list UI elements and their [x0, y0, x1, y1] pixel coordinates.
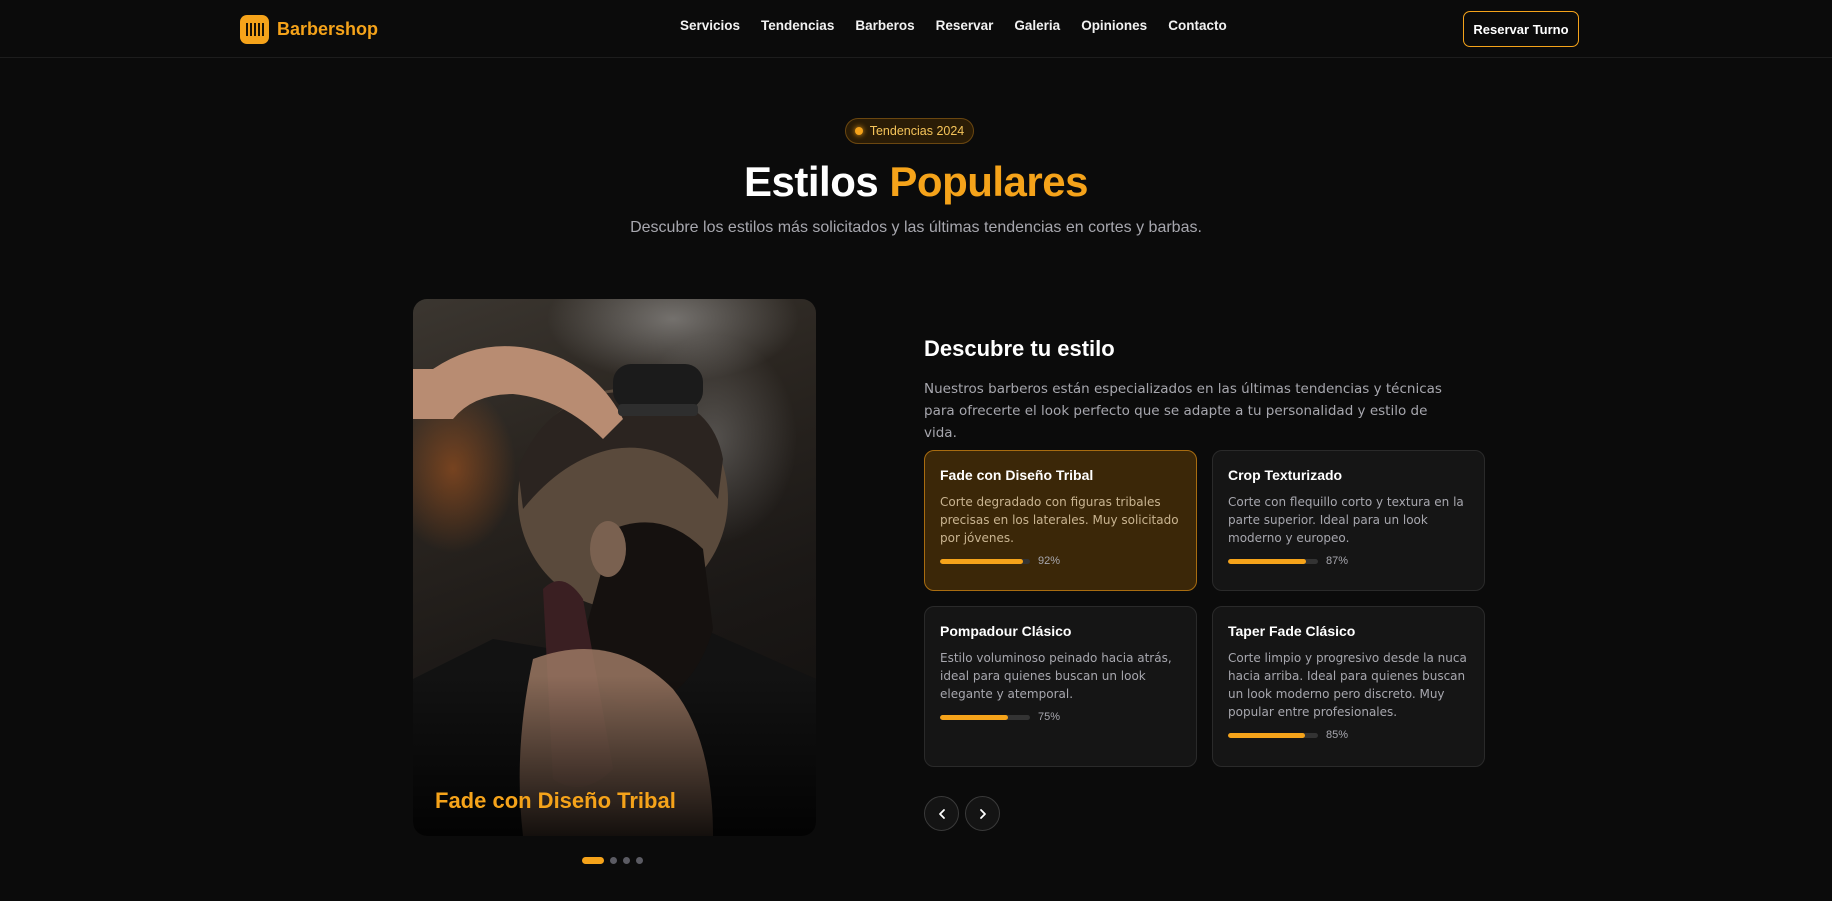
- trends-badge: Tendencias 2024: [845, 118, 974, 144]
- section-description: Nuestros barberos están especializados e…: [924, 381, 1442, 441]
- main-menu: Servicios Tendencias Barberos Reservar G…: [680, 18, 1248, 33]
- carousel-dot-3[interactable]: [623, 857, 630, 864]
- style-photo: Fade con Diseño Tribal: [413, 299, 816, 836]
- page-title: Estilos Populares: [0, 158, 1832, 206]
- nav-link-galeria[interactable]: Galeria: [1014, 18, 1060, 33]
- page-subtitle: Descubre los estilos más solicitados y l…: [630, 219, 1202, 236]
- carousel-dot-1[interactable]: [582, 857, 604, 864]
- popularity-bar-fill: [1228, 558, 1307, 564]
- popularity-bar: [1228, 732, 1318, 738]
- style-card-crop-texturizado[interactable]: Crop Texturizado Corte con flequillo cor…: [1212, 450, 1485, 591]
- style-card-title: Crop Texturizado: [1228, 467, 1343, 483]
- photo-caption: Fade con Diseño Tribal: [435, 788, 676, 813]
- popularity-bar-fill: [1228, 732, 1305, 738]
- badge-label: Tendencias 2024: [869, 124, 965, 138]
- badge-dot-icon: [854, 127, 863, 135]
- nav-link-tendencias[interactable]: Tendencias: [761, 18, 834, 33]
- barber-pole-icon: [240, 14, 269, 44]
- popularity-bar-fill: [940, 558, 1023, 564]
- next-button[interactable]: [965, 796, 1000, 831]
- style-card-title: Pompadour Clásico: [940, 623, 1072, 639]
- nav-link-reservar[interactable]: Reservar: [936, 18, 994, 33]
- style-card-title: Taper Fade Clásico: [1228, 623, 1356, 639]
- nav-link-servicios[interactable]: Servicios: [680, 18, 740, 33]
- brand-logo[interactable]: Barbershop: [240, 14, 378, 44]
- carousel-dot-4[interactable]: [636, 857, 643, 864]
- chevron-left-icon: [938, 808, 945, 819]
- title-accent: Populares: [889, 158, 1088, 205]
- popularity-bar: [940, 714, 1030, 720]
- popularity-bar-fill: [940, 714, 1008, 720]
- popularity-bar: [1228, 558, 1318, 564]
- style-card-fade-tribal[interactable]: Fade con Diseño Tribal Corte degradado c…: [924, 450, 1197, 591]
- style-card-pompadour[interactable]: Pompadour Clásico Estilo voluminoso pein…: [924, 606, 1197, 767]
- nav-link-barberos[interactable]: Barberos: [855, 18, 914, 33]
- style-card-description: Corte con flequillo corto y textura en l…: [1228, 495, 1464, 545]
- popularity-label: 92%: [1038, 555, 1061, 567]
- carousel-dots: [582, 857, 643, 864]
- style-card-title: Fade con Diseño Tribal: [940, 467, 1094, 483]
- popularity-label: 75%: [1038, 711, 1061, 723]
- brand-name: Barbershop: [277, 18, 379, 39]
- prev-button[interactable]: [924, 796, 959, 831]
- top-navbar: Barbershop Servicios Tendencias Barberos…: [0, 0, 1832, 58]
- chevron-right-icon: [979, 808, 986, 819]
- popularity-label: 87%: [1326, 555, 1349, 567]
- title-plain: Estilos: [744, 158, 879, 205]
- popularity-bar: [940, 558, 1030, 564]
- nav-link-opiniones[interactable]: Opiniones: [1081, 18, 1147, 33]
- nav-link-contacto[interactable]: Contacto: [1168, 18, 1227, 33]
- reserve-button[interactable]: Reservar Turno: [1463, 11, 1579, 47]
- style-card-description: Estilo voluminoso peinado hacia atrás, i…: [940, 651, 1172, 701]
- section-title: Descubre tu estilo: [924, 336, 1115, 361]
- style-card-taper-fade[interactable]: Taper Fade Clásico Corte limpio y progre…: [1212, 606, 1485, 767]
- style-card-description: Corte degradado con figuras tribales pre…: [940, 495, 1179, 545]
- popularity-label: 85%: [1326, 729, 1349, 741]
- style-card-description: Corte limpio y progresivo desde la nuca …: [1228, 651, 1467, 719]
- carousel-dot-2[interactable]: [610, 857, 617, 864]
